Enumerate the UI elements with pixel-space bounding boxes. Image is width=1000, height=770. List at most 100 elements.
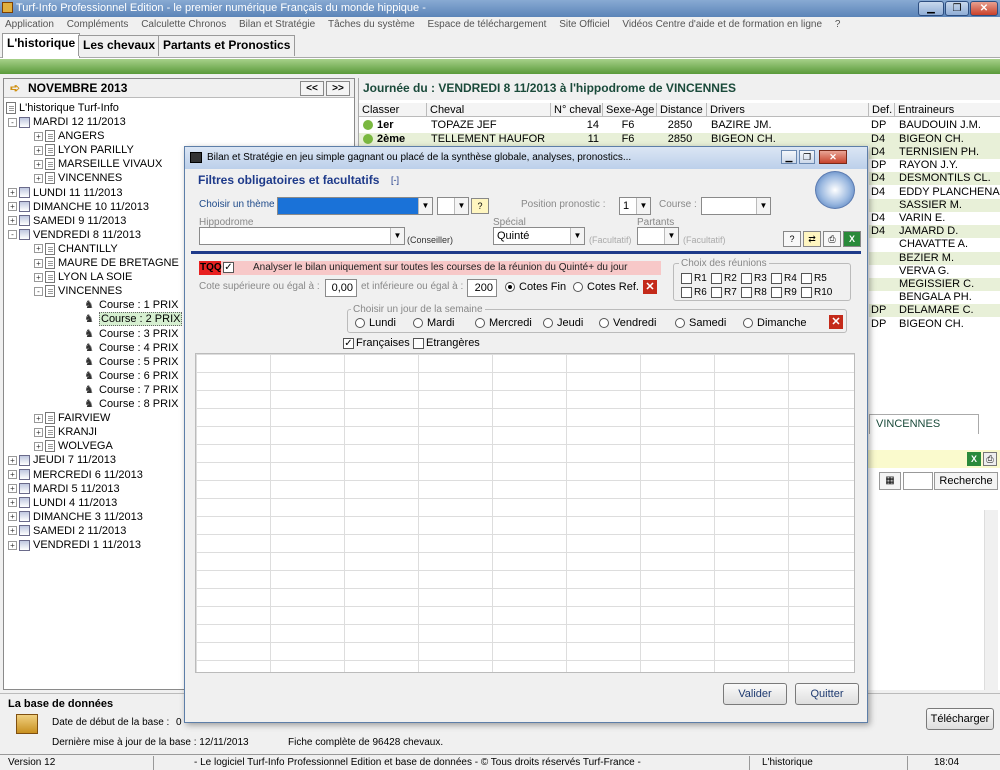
scrollbar[interactable] <box>984 510 998 690</box>
expander-icon[interactable]: + <box>34 272 43 282</box>
expander-icon[interactable]: + <box>34 244 43 254</box>
search-input[interactable] <box>903 472 933 490</box>
tree-node-day[interactable]: + MARDI 5 11/2013 <box>8 482 120 496</box>
tree-node-day[interactable]: - MARDI 12 11/2013 <box>8 115 126 129</box>
col-numero[interactable]: N° cheval <box>551 103 603 117</box>
reunion-checkbox[interactable]: R3 <box>741 273 767 284</box>
clear-weekday-icon[interactable]: ✕ <box>829 315 843 329</box>
expander-icon[interactable]: + <box>8 188 17 198</box>
next-month-button[interactable]: >> <box>326 81 350 96</box>
expander-icon[interactable]: + <box>34 413 43 423</box>
reunion-checkbox[interactable]: R7 <box>711 287 737 298</box>
tab-historique[interactable]: L'historique <box>2 33 81 58</box>
expander-icon[interactable]: + <box>34 145 43 155</box>
validate-button[interactable]: Valider <box>723 683 787 705</box>
tab-partants[interactable]: Partants et Pronostics <box>158 35 296 56</box>
weekday-radio[interactable]: Jeudi <box>543 317 583 329</box>
trainer-row[interactable]: DP DELAMARE C. <box>869 304 1000 318</box>
reunion-checkbox[interactable]: R10 <box>801 287 832 298</box>
expander-icon[interactable]: + <box>8 512 17 522</box>
weekday-radio[interactable]: Samedi <box>675 317 726 329</box>
col-cheval[interactable]: Cheval <box>427 103 551 117</box>
search-button[interactable]: Recherche <box>934 472 998 490</box>
close-button[interactable]: ✕ <box>970 1 998 16</box>
tree-node-day[interactable]: + SAMEDI 9 11/2013 <box>8 214 126 228</box>
help-icon[interactable]: ? <box>783 231 801 247</box>
menu-calculette[interactable]: Calculette Chronos <box>136 17 231 30</box>
expander-icon[interactable]: + <box>8 498 17 508</box>
tqq-checkbox[interactable]: ✓ <box>223 262 234 273</box>
print-icon[interactable]: ⎙ <box>983 452 997 466</box>
tree-node-day[interactable]: - VENDREDI 8 11/2013 <box>8 228 141 242</box>
weekday-radio[interactable]: Mardi <box>413 317 455 329</box>
tree-node-race[interactable]: ♞ Course : 3 PRIX <box>82 327 178 341</box>
tree-node-race[interactable]: ♞ Course : 1 PRIX <box>82 298 178 312</box>
dialog-minimize-button[interactable]: ▁ <box>781 150 797 164</box>
tree-node-track[interactable]: - VINCENNES <box>34 284 122 298</box>
clear-cotes-icon[interactable]: ✕ <box>643 280 657 294</box>
col-drivers[interactable]: Drivers <box>707 103 869 117</box>
trainer-row[interactable]: SASSIER M. <box>869 198 1000 212</box>
expander-icon[interactable]: + <box>8 470 17 480</box>
expander-icon[interactable]: - <box>34 286 43 296</box>
menu-bilan[interactable]: Bilan et Stratégie <box>234 17 320 30</box>
expander-icon[interactable]: - <box>8 230 17 240</box>
expander-icon[interactable]: - <box>8 117 17 127</box>
tree-node-race[interactable]: ♞ Course : 5 PRIX <box>82 355 178 369</box>
bilan-results-grid[interactable] <box>195 353 855 673</box>
menu-taches[interactable]: Tâches du système <box>323 17 420 30</box>
tree-node-track[interactable]: + VINCENNES <box>34 171 122 185</box>
print-icon[interactable]: ⎙ <box>823 231 841 247</box>
expander-icon[interactable]: + <box>34 159 43 169</box>
col-distance[interactable]: Distance <box>657 103 707 117</box>
weekday-radio[interactable]: Vendredi <box>599 317 656 329</box>
expander-icon[interactable]: + <box>34 441 43 451</box>
menu-telechargement[interactable]: Espace de téléchargement <box>422 17 551 30</box>
tree-node-day[interactable]: + VENDREDI 1 11/2013 <box>8 538 141 552</box>
expander-icon[interactable]: + <box>8 484 17 494</box>
tree-node-day[interactable]: + DIMANCHE 3 11/2013 <box>8 510 143 524</box>
tree-node-race[interactable]: ♞ Course : 7 PRIX <box>82 383 178 397</box>
etrangeres-checkbox[interactable]: Etrangères <box>413 337 480 349</box>
grid-icon[interactable]: ▦ <box>879 472 901 490</box>
position-select[interactable]: 1 ▼ <box>619 197 651 215</box>
tree-node-race[interactable]: ♞ Course : 6 PRIX <box>82 369 178 383</box>
tree-node-track[interactable]: + WOLVEGA <box>34 439 113 453</box>
trainer-row[interactable]: BENGALA PH. <box>869 291 1000 305</box>
dialog-close-button[interactable]: ✕ <box>819 150 847 164</box>
expander-icon[interactable]: + <box>34 427 43 437</box>
expander-icon[interactable]: + <box>8 526 17 536</box>
tree-node-race[interactable]: ♞ Course : 2 PRIX <box>82 312 183 327</box>
table-row[interactable]: 2ème TELLEMENT HAUFOR 11 F6 2850 BIGEON CH. D4… <box>359 132 1000 146</box>
expander-icon[interactable]: + <box>34 131 43 141</box>
course-select[interactable]: ▼ <box>701 197 771 215</box>
maximize-button[interactable]: ❐ <box>945 1 969 16</box>
tree-node-track[interactable]: + ANGERS <box>34 129 104 143</box>
cotes-ref-radio[interactable]: Cotes Ref. <box>573 281 639 293</box>
tree-node-track[interactable]: + MAURE DE BRETAGNE <box>34 256 179 270</box>
trainer-row[interactable]: D4 DESMONTILS CL. <box>869 172 1000 186</box>
expander-icon[interactable]: + <box>8 216 17 226</box>
lower-tab-vincennes[interactable]: VINCENNES <box>869 414 979 434</box>
menu-complements[interactable]: Compléments <box>62 17 134 30</box>
download-button[interactable]: Télécharger <box>926 708 994 730</box>
cotes-fin-radio[interactable]: Cotes Fin <box>505 281 566 293</box>
expander-icon[interactable]: + <box>8 540 17 550</box>
tab-chevaux[interactable]: Les chevaux <box>78 35 161 56</box>
trainer-row[interactable]: D4 TERNISIEN PH. <box>869 146 1000 159</box>
trainer-row[interactable]: D4 EDDY PLANCHENAU <box>869 185 1000 199</box>
trainer-row[interactable]: MEGISSIER C. <box>869 278 1000 291</box>
tree-node-track[interactable]: + KRANJI <box>34 425 97 439</box>
trainer-row[interactable]: VERVA G. <box>869 264 1000 278</box>
menu-videos[interactable]: Vidéos Centre d'aide et de formation en … <box>617 17 827 30</box>
cote-sup-input[interactable]: 0,00 <box>325 279 357 297</box>
menu-help[interactable]: ? <box>830 17 846 30</box>
filters-toggle[interactable]: [-] <box>391 175 399 185</box>
reunion-checkbox[interactable]: R9 <box>771 287 797 298</box>
trainer-row[interactable]: D4 JAMARD D. <box>869 225 1000 239</box>
tree-root[interactable]: L'historique Turf-Info <box>6 101 119 115</box>
table-row[interactable]: 1er TOPAZE JEF 14 F6 2850 BAZIRE JM. DP BAUDOUI… <box>359 119 1000 132</box>
tree-node-track[interactable]: + CHANTILLY <box>34 242 118 256</box>
tree-node-track[interactable]: + MARSEILLE VIVAUX <box>34 157 162 171</box>
tree-node-track[interactable]: + LYON PARILLY <box>34 143 134 157</box>
